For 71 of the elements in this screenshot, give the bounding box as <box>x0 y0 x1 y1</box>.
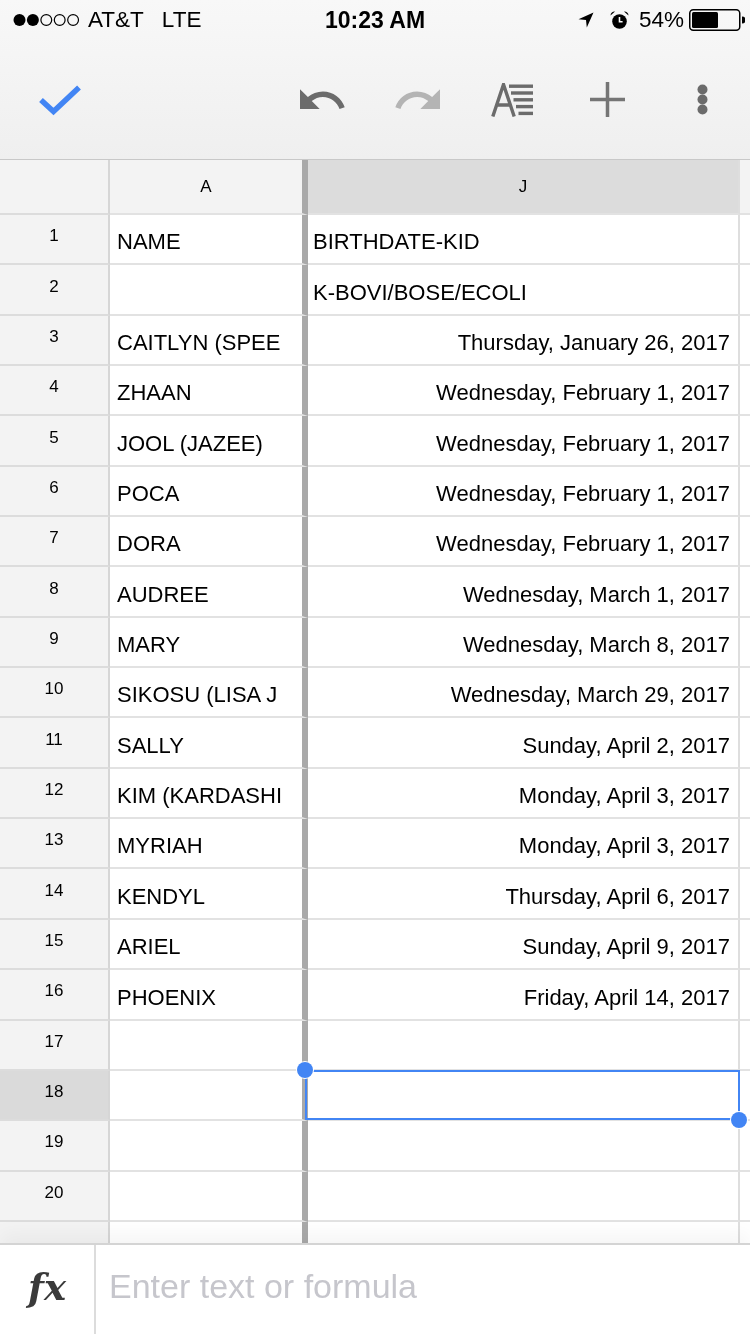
table-cell: Wednesday, February 1, 2017 <box>308 366 740 417</box>
table-cell: CAITLYN (SPEE <box>110 315 308 367</box>
column-header[interactable]: A <box>110 160 308 215</box>
table-cell: DORA <box>110 517 308 568</box>
function-button[interactable]: fx <box>0 1245 96 1334</box>
formula-input[interactable]: Enter text or formula <box>96 1245 750 1334</box>
table-cell: Wednesday, March 29, 2017 <box>308 668 740 719</box>
table-cell: JOOL (JAZEE) <box>110 416 308 467</box>
location-arrow-icon <box>577 12 594 28</box>
table-cell: ARIEL <box>110 919 308 971</box>
table-cell: Sunday, April 9, 2017 <box>308 919 740 971</box>
table-cell: Wednesday, February 1, 2017 <box>308 466 740 518</box>
table-cell: KIM (KARDASHI <box>110 768 308 820</box>
table-cell: KENDYL <box>110 869 308 920</box>
row-header[interactable]: 4 <box>0 366 110 417</box>
table-cell: MARY <box>110 617 308 669</box>
row-header[interactable]: 2 <box>0 265 110 316</box>
row-header[interactable]: 14 <box>0 869 110 920</box>
row-header[interactable]: 9 <box>0 617 110 669</box>
table-cell: K-BOVI/BOSE/ECOLI <box>308 265 740 316</box>
signal-strength-icon <box>13 13 80 27</box>
table-cell: PHOENIX <box>110 970 308 1021</box>
row-header[interactable]: 11 <box>0 718 110 769</box>
table-cell: SIKOSU (LISA J <box>110 668 308 719</box>
table-cell: Wednesday, March 1, 2017 <box>308 567 740 618</box>
row-header[interactable]: 19 <box>0 1121 110 1172</box>
undo-icon[interactable] <box>299 89 345 110</box>
row-header[interactable]: 13 <box>0 819 110 870</box>
table-cell: MYRIAH <box>110 819 308 870</box>
row-header[interactable]: 6 <box>0 466 110 518</box>
row-header[interactable]: 20 <box>0 1171 110 1222</box>
table-cell: Monday, April 3, 2017 <box>308 819 740 870</box>
row-header[interactable]: 8 <box>0 567 110 618</box>
table-cell: POCA <box>110 466 308 518</box>
table-cell: Thursday, January 26, 2017 <box>308 315 740 367</box>
row-header[interactable]: 16 <box>0 970 110 1021</box>
row-header[interactable]: 15 <box>0 919 110 971</box>
table-cell: ZHAAN <box>110 366 308 417</box>
table-cell: Wednesday, February 1, 2017 <box>308 517 740 568</box>
selection-handle-icon[interactable] <box>731 1112 747 1129</box>
table-cell: Monday, April 3, 2017 <box>308 768 740 820</box>
selection-handle-icon[interactable] <box>297 1061 313 1078</box>
table-cell: BIRTHDATE-KID <box>308 215 740 266</box>
more-options-icon[interactable] <box>696 84 708 115</box>
battery-icon <box>689 9 745 31</box>
row-header[interactable]: 17 <box>0 1020 110 1071</box>
text-format-icon[interactable] <box>491 82 533 117</box>
plus-icon[interactable] <box>589 82 625 117</box>
table-cell: AUDREE <box>110 567 308 618</box>
table-cell: Friday, April 14, 2017 <box>308 970 740 1021</box>
table-cell: Wednesday, February 1, 2017 <box>308 416 740 467</box>
network-label: LTE <box>161 7 202 33</box>
carrier-label: AT&T <box>88 7 144 33</box>
row-header[interactable]: 5 <box>0 416 110 467</box>
table-cell: SALLY <box>110 718 308 769</box>
table-cell: Sunday, April 2, 2017 <box>308 718 740 769</box>
clock-time: 10:23 AM <box>324 6 426 34</box>
row-header[interactable]: 18 <box>0 1070 110 1122</box>
alarm-clock-icon <box>609 10 629 30</box>
table-cell: Wednesday, March 8, 2017 <box>308 617 740 669</box>
battery-percent: 54% <box>638 7 684 33</box>
row-header[interactable]: 12 <box>0 768 110 820</box>
column-header[interactable]: J <box>308 160 740 215</box>
row-header[interactable]: 1 <box>0 215 110 266</box>
table-cell: Thursday, April 6, 2017 <box>308 869 740 920</box>
selected-cell[interactable] <box>305 1069 740 1121</box>
row-header[interactable]: 3 <box>0 315 110 367</box>
row-header[interactable]: 7 <box>0 517 110 568</box>
row-header[interactable]: 10 <box>0 668 110 719</box>
table-cell: NAME <box>110 215 308 266</box>
check-icon[interactable] <box>38 83 82 116</box>
